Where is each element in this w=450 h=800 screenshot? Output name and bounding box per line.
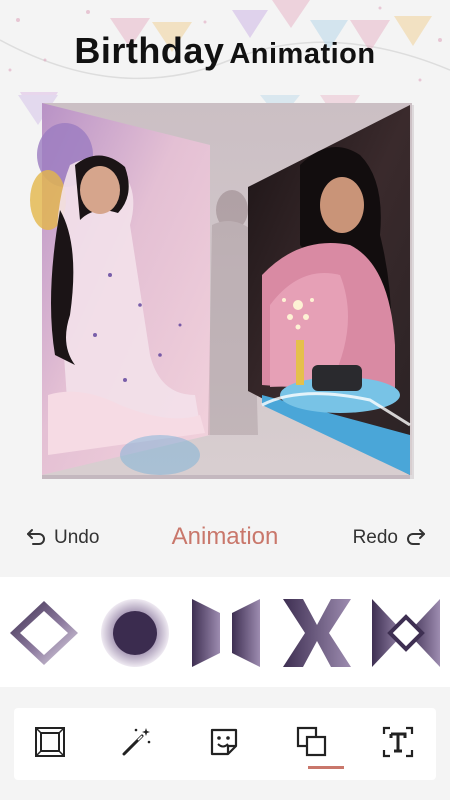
toolbar-text-button[interactable] (380, 724, 416, 760)
text-icon (382, 726, 414, 758)
header: Birthday Animation (0, 0, 450, 95)
toolbar-layers-button[interactable] (294, 724, 330, 760)
redo-label: Redo (352, 527, 398, 548)
transition-x-button[interactable] (281, 595, 353, 671)
layers-icon (296, 726, 327, 757)
transition-diamond-button[interactable] (8, 595, 80, 671)
toolbar-frame-button[interactable] (32, 724, 68, 760)
redo-arrow-icon (407, 529, 425, 545)
transition-bowtie-diamond-button[interactable] (370, 595, 442, 671)
diamond-outline-icon (10, 601, 78, 665)
title-word-birthday: Birthday (74, 30, 225, 71)
frame-icon (35, 727, 65, 757)
circle-icon (101, 599, 169, 667)
action-bar: Undo Animation Redo (0, 515, 450, 565)
animation-preview-canvas[interactable] (0, 95, 450, 515)
transition-options-strip (0, 577, 450, 687)
bow-tie-icon (192, 599, 260, 667)
transition-circle-button[interactable] (99, 595, 171, 671)
transition-bowtie-button[interactable] (190, 595, 262, 671)
redo-button[interactable]: Redo (353, 527, 428, 549)
magic-wand-icon (122, 728, 151, 756)
title-word-animation: Animation (229, 38, 376, 70)
page-title: Birthday Animation (0, 30, 450, 72)
x-shape-icon (283, 599, 351, 667)
sticker-icon (210, 728, 238, 756)
active-tool-indicator (308, 766, 344, 769)
toolbar-sticker-button[interactable] (206, 724, 242, 760)
bow-tie-diamond-icon (372, 599, 440, 667)
bottom-toolbar (14, 708, 436, 780)
toolbar-effects-button[interactable] (118, 724, 154, 760)
